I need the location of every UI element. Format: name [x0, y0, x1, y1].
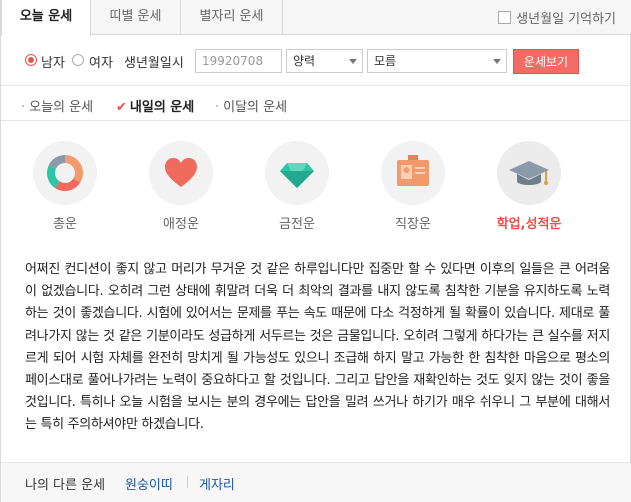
category-love[interactable] [149, 141, 213, 205]
category-money[interactable] [265, 141, 329, 205]
subtab-today-label: 오늘의 운세 [29, 100, 94, 115]
subtab-this-month[interactable]: · 이달의 운세 [215, 96, 287, 115]
category-study-label: 학업,성적운 [496, 217, 562, 232]
calendar-value: 양력 [293, 54, 316, 68]
category-study[interactable] [497, 141, 561, 205]
heart-icon [165, 158, 197, 187]
calendar-select[interactable]: 양력 [286, 49, 363, 73]
chevron-down-icon [493, 59, 501, 64]
fortune-widget: 오늘 운세 띠별 운세 별자리 운세 생년월일 기억하기 남자 여자 생년월일시… [0, 0, 631, 502]
id-badge-icon [397, 155, 429, 186]
category-work[interactable] [381, 141, 445, 205]
tab-today-fortune[interactable]: 오늘 운세 [1, 0, 91, 36]
tab-constellation-fortune[interactable]: 별자리 운세 [181, 0, 283, 35]
birth-time-select[interactable]: 모름 [367, 49, 507, 73]
footer-link-cancer[interactable]: 게자리 [199, 474, 235, 493]
birth-form: 남자 여자 생년월일시 19920708 양력 모름 운세보기 [1, 36, 631, 86]
male-label: 남자 [41, 56, 65, 71]
chevron-down-icon [349, 59, 357, 64]
footer-link-monkey[interactable]: 원숭이띠 [125, 474, 173, 493]
category-work-label: 직장운 [395, 217, 431, 232]
tab-bar: 오늘 운세 띠별 운세 별자리 운세 생년월일 기억하기 [1, 0, 631, 36]
graduation-cap-icon [509, 161, 549, 185]
footer-divider [187, 476, 188, 488]
remember-label: 생년월일 기억하기 [516, 12, 616, 27]
category-overall-label: 총운 [53, 217, 77, 232]
male-radio[interactable] [25, 54, 37, 66]
footer-other-fortunes: 나의 다른 운세 원숭이띠 게자리 [1, 462, 631, 502]
footer-label: 나의 다른 운세 [25, 478, 106, 493]
subtab-this-month-label: 이달의 운세 [223, 100, 288, 115]
category-love-label: 애정운 [163, 217, 199, 232]
subtab-today[interactable]: · 오늘의 운세 [21, 96, 93, 115]
checkmark-icon: ✔ [116, 100, 127, 115]
female-label: 여자 [89, 56, 113, 71]
category-money-label: 금전운 [279, 217, 315, 232]
remember-checkbox[interactable] [498, 11, 512, 24]
category-overall[interactable] [33, 141, 97, 205]
tab-zodiac-animal-fortune[interactable]: 띠별 운세 [91, 0, 181, 35]
subtab-tomorrow-label: 내일의 운세 [129, 100, 195, 115]
donut-chart-icon [47, 155, 83, 191]
fortune-text: 어쩌진 컨디션이 좋지 않고 머리가 무거운 것 같은 하루입니다만 집중만 할… [25, 262, 610, 433]
female-radio[interactable] [72, 54, 84, 66]
fortune-period-tabs: · 오늘의 운세 ✔ 내일의 운세 · 이달의 운세 [1, 87, 631, 121]
birthdate-input[interactable]: 19920708 [195, 49, 282, 73]
birth-label: 생년월일시 [124, 56, 184, 71]
subtab-tomorrow[interactable]: ✔ 내일의 운세 [116, 96, 194, 115]
birth-time-value: 모름 [374, 54, 397, 68]
view-fortune-button[interactable]: 운세보기 [513, 49, 579, 74]
diamond-icon [280, 163, 314, 188]
remember-birthdate[interactable]: 생년월일 기억하기 [498, 8, 616, 27]
